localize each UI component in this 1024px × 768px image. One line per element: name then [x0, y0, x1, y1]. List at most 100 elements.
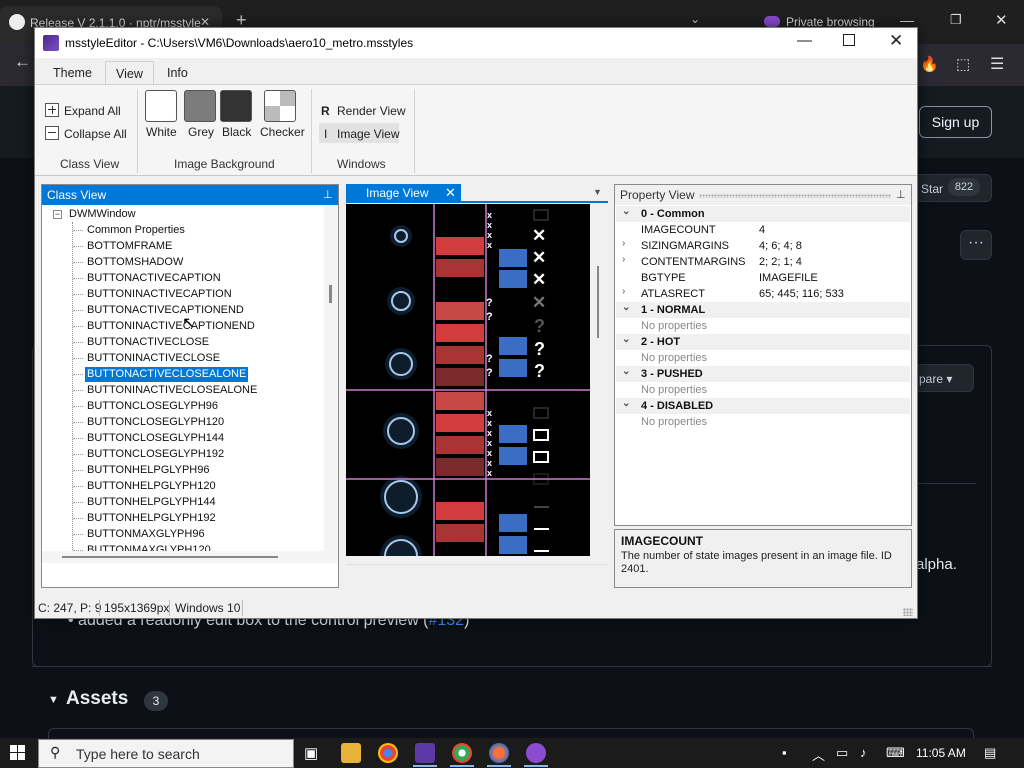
chrome-canary-icon[interactable]: [452, 743, 472, 763]
collapse-all-button[interactable]: Collapse All: [64, 127, 127, 141]
tree-node[interactable]: BUTTONINACTIVECLOSEALONE: [85, 383, 259, 398]
image-view-tab[interactable]: Image View: [346, 184, 461, 203]
scrollbar-thumb[interactable]: [597, 266, 599, 338]
app-maximize-button[interactable]: [843, 34, 855, 46]
assets-title[interactable]: Assets: [66, 688, 128, 710]
expand-all-button[interactable]: Expand All: [64, 104, 121, 118]
property-category[interactable]: ⌄ 3 - PUSHED: [616, 366, 910, 382]
scrollbar-thumb[interactable]: [62, 556, 278, 558]
property-category[interactable]: ⌄ 4 - DISABLED: [616, 398, 910, 414]
pin-icon[interactable]: ⊥: [896, 188, 906, 201]
image-canvas[interactable]: x x x x x x x x x x x???? ✕ ✕ ✕ ✕???: [346, 204, 590, 556]
tree-node[interactable]: BUTTONCLOSEGLYPH144: [85, 431, 226, 446]
tree-node[interactable]: BUTTONHELPGLYPH120: [85, 479, 218, 494]
fire-icon[interactable]: 🔥: [920, 55, 939, 73]
property-value[interactable]: 4; 6; 4; 8: [759, 240, 802, 252]
tree-node[interactable]: Common Properties: [85, 223, 187, 238]
grey-background-swatch[interactable]: [184, 90, 216, 122]
volume-icon[interactable]: ♪: [860, 745, 867, 760]
tab-theme[interactable]: Theme: [43, 61, 102, 85]
keyboard-icon[interactable]: ⌨: [886, 745, 905, 761]
tree-node[interactable]: BUTTONCLOSEGLYPH120: [85, 415, 226, 430]
triangle-down-icon[interactable]: ▼: [48, 694, 59, 706]
pin-icon[interactable]: ⊥: [323, 188, 333, 201]
signup-button[interactable]: Sign up: [919, 106, 992, 138]
image-view-scrollbar[interactable]: [591, 204, 607, 556]
property-value[interactable]: IMAGEFILE: [759, 272, 818, 284]
chrome-icon[interactable]: [378, 743, 398, 763]
chevron-down-icon[interactable]: ⌄: [622, 366, 630, 377]
chevron-down-icon[interactable]: ⌄: [622, 206, 630, 217]
property-row[interactable]: › CONTENTMARGINS 2; 2; 1; 4: [616, 254, 910, 270]
network-icon[interactable]: ▭: [836, 745, 848, 761]
tree-node[interactable]: BUTTONHELPGLYPH192: [85, 511, 218, 526]
property-row[interactable]: IMAGECOUNT 4: [616, 222, 910, 238]
tab-info[interactable]: Info: [157, 61, 198, 85]
windows-start-icon[interactable]: [10, 745, 26, 761]
firefox-icon[interactable]: [489, 743, 509, 763]
property-row[interactable]: BGTYPE IMAGEFILE: [616, 270, 910, 286]
browser-close-button[interactable]: ✕: [995, 11, 1008, 29]
chevron-right-icon[interactable]: ›: [622, 286, 625, 297]
browser-restore-button[interactable]: ❐: [950, 12, 962, 28]
chevron-right-icon[interactable]: ›: [622, 238, 625, 249]
tree-node[interactable]: BUTTONACTIVECAPTIONEND: [85, 303, 246, 318]
notifications-icon[interactable]: ▤: [984, 745, 996, 761]
resize-grip[interactable]: [903, 608, 913, 616]
app-minimize-button[interactable]: —: [797, 32, 812, 49]
chevron-down-icon[interactable]: ⌄: [622, 334, 630, 345]
property-value[interactable]: 65; 445; 116; 533: [759, 288, 844, 300]
back-arrow-icon[interactable]: ←: [14, 52, 31, 72]
tree-node[interactable]: BUTTONACTIVECLOSE: [85, 335, 211, 350]
msstyle-editor-taskbar-icon[interactable]: [415, 743, 435, 763]
white-background-swatch[interactable]: [145, 90, 177, 122]
property-category[interactable]: ⌄ 0 - Common: [616, 206, 910, 222]
close-icon[interactable]: ✕: [445, 185, 456, 201]
image-view-button[interactable]: Image View: [337, 127, 399, 141]
clock[interactable]: 11:05 AM: [916, 746, 966, 760]
class-view-vertical-scrollbar[interactable]: [324, 205, 338, 551]
property-row[interactable]: › ATLASRECT 65; 445; 116; 533: [616, 286, 910, 302]
tree-node-dwmwindow[interactable]: DWMWindow: [67, 207, 138, 222]
tree-node[interactable]: BUTTONCLOSEGLYPH192: [85, 447, 226, 462]
chevron-down-icon[interactable]: ⌄: [622, 398, 630, 409]
chevron-down-icon[interactable]: ⌄: [622, 302, 630, 313]
file-explorer-icon[interactable]: [341, 743, 361, 763]
scrollbar-thumb[interactable]: [329, 285, 332, 303]
property-row[interactable]: › SIZINGMARGINS 4; 6; 4; 8: [616, 238, 910, 254]
tree-node[interactable]: BUTTONINACTIVECAPTIONEND: [85, 319, 257, 334]
more-options-button[interactable]: ···: [960, 230, 992, 260]
chevron-up-icon[interactable]: ︿: [812, 745, 825, 764]
chevron-right-icon[interactable]: ›: [622, 254, 625, 265]
app-close-button[interactable]: ✕: [889, 31, 903, 51]
tree-node[interactable]: BUTTONMAXGLYPH96: [85, 527, 207, 542]
menu-icon[interactable]: ☰: [990, 54, 1004, 74]
task-view-icon[interactable]: ▣: [304, 744, 318, 762]
extensions-icon[interactable]: ⬚: [956, 55, 970, 73]
collapse-node-icon[interactable]: −: [53, 210, 62, 219]
tree-node[interactable]: BUTTONACTIVECAPTION: [85, 271, 223, 286]
tree-node[interactable]: BOTTOMSHADOW: [85, 255, 185, 270]
tree-node[interactable]: BUTTONACTIVECLOSEALONE: [83, 366, 250, 383]
tree-node[interactable]: BUTTONHELPGLYPH144: [85, 495, 218, 510]
property-category[interactable]: ⌄ 2 - HOT: [616, 334, 910, 350]
property-value[interactable]: 2; 2; 1; 4: [759, 256, 802, 268]
tree-node[interactable]: BUTTONINACTIVECAPTION: [85, 287, 234, 302]
property-category[interactable]: ⌄ 1 - NORMAL: [616, 302, 910, 318]
chevron-down-icon[interactable]: ▼: [593, 187, 602, 197]
tree-node[interactable]: BUTTONCLOSEGLYPH96: [85, 399, 220, 414]
tree-node[interactable]: BOTTOMFRAME: [85, 239, 174, 254]
firefox-private-icon[interactable]: [526, 743, 546, 763]
tab-list-button[interactable]: ⌄: [690, 12, 700, 26]
checker-background-swatch[interactable]: [264, 90, 296, 122]
tab-view[interactable]: View: [105, 61, 154, 85]
browser-minimize-button[interactable]: —: [900, 12, 914, 28]
property-value[interactable]: 4: [759, 224, 765, 236]
render-view-button[interactable]: Render View: [337, 104, 405, 118]
black-background-swatch[interactable]: [220, 90, 252, 122]
tree-node[interactable]: BUTTONHELPGLYPH96: [85, 463, 211, 478]
red-glyph-block: [436, 414, 484, 432]
notification-badge-icon[interactable]: ▪: [782, 745, 787, 760]
tree-node[interactable]: BUTTONINACTIVECLOSE: [85, 351, 222, 366]
tree-node[interactable]: BUTTONMAXGLYPH120: [85, 543, 213, 551]
